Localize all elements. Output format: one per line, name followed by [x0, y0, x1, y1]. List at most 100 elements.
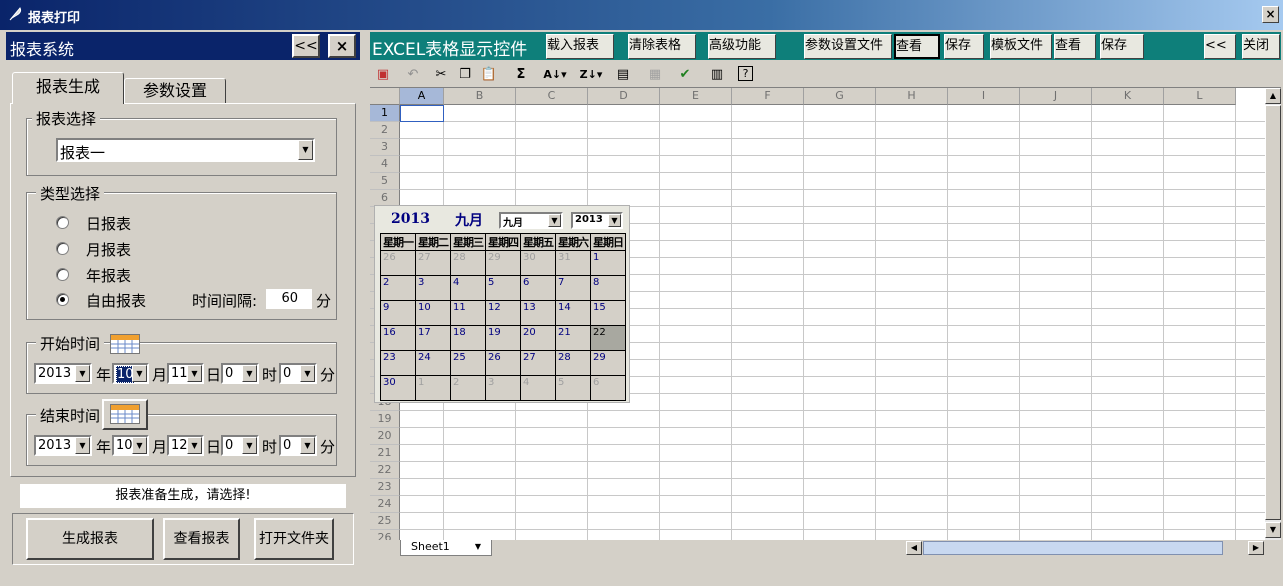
- scroll-right-icon[interactable]: ▶: [1248, 541, 1264, 555]
- chevron-down-icon[interactable]: ▼: [242, 437, 257, 454]
- end-hour-select[interactable]: 0 ▼: [221, 435, 259, 456]
- calendar-day[interactable]: 16: [380, 325, 416, 351]
- column-header[interactable]: H: [876, 88, 948, 105]
- paste-icon[interactable]: 📋: [480, 66, 498, 84]
- calendar-day[interactable]: 30: [520, 250, 556, 276]
- calendar-day[interactable]: 17: [415, 325, 451, 351]
- calendar-year-select[interactable]: 2013 ▼: [571, 212, 623, 229]
- chevron-down-icon[interactable]: ▼: [548, 214, 561, 227]
- column-header[interactable]: D: [588, 88, 660, 105]
- scroll-down-icon[interactable]: ▼: [1265, 522, 1281, 538]
- left-collapse-button[interactable]: <<: [292, 34, 320, 58]
- row-header[interactable]: 2: [370, 122, 400, 139]
- clear-table-button[interactable]: 清除表格: [628, 34, 696, 59]
- column-header[interactable]: F: [732, 88, 804, 105]
- save-param-button[interactable]: 保存: [944, 34, 984, 59]
- chevron-down-icon[interactable]: ▼: [75, 365, 90, 382]
- calendar-day[interactable]: 15: [590, 300, 626, 326]
- calendar-day[interactable]: 1: [590, 250, 626, 276]
- calendar-day[interactable]: 4: [520, 375, 556, 401]
- generate-report-button[interactable]: 生成报表: [26, 518, 154, 560]
- row-header[interactable]: 25: [370, 513, 400, 530]
- column-header[interactable]: I: [948, 88, 1020, 105]
- filter-icon[interactable]: ▤: [614, 66, 632, 84]
- start-hour-select[interactable]: 0 ▼: [221, 363, 259, 384]
- vertical-scroll-thumb[interactable]: [1265, 105, 1281, 520]
- calendar-day[interactable]: 26: [380, 250, 416, 276]
- row-header[interactable]: 24: [370, 496, 400, 513]
- row-header[interactable]: 22: [370, 462, 400, 479]
- calendar-day[interactable]: 14: [555, 300, 591, 326]
- export-icon[interactable]: ✔: [676, 66, 694, 84]
- chevron-down-icon[interactable]: ▼: [298, 140, 313, 160]
- row-header[interactable]: 23: [370, 479, 400, 496]
- sort-descending-icon[interactable]: Z↓▾: [576, 66, 606, 84]
- radio-daily[interactable]: [56, 216, 69, 229]
- left-close-button[interactable]: ×: [328, 34, 356, 58]
- load-report-button[interactable]: 载入报表: [546, 34, 614, 59]
- format-icon[interactable]: ▦: [646, 66, 664, 84]
- chevron-down-icon[interactable]: ▼: [300, 365, 315, 382]
- end-day-select[interactable]: 12 ▼: [167, 435, 204, 456]
- calendar-day[interactable]: 24: [415, 350, 451, 376]
- row-header[interactable]: 20: [370, 428, 400, 445]
- calendar-day[interactable]: 27: [415, 250, 451, 276]
- calendar-day[interactable]: 22: [590, 325, 626, 351]
- start-day-select[interactable]: 11 ▼: [167, 363, 204, 384]
- selected-cell[interactable]: [400, 105, 444, 122]
- sheet-tab[interactable]: Sheet1 ▼: [400, 540, 492, 556]
- calendar-day[interactable]: 21: [555, 325, 591, 351]
- calendar-day[interactable]: 18: [450, 325, 486, 351]
- calendar-day[interactable]: 13: [520, 300, 556, 326]
- interval-input[interactable]: 60: [266, 289, 312, 309]
- advanced-button[interactable]: 高级功能: [708, 34, 776, 59]
- row-header[interactable]: 5: [370, 173, 400, 190]
- chevron-down-icon[interactable]: ▼: [132, 365, 147, 382]
- view-param-button[interactable]: 查看: [894, 34, 940, 59]
- calendar-day[interactable]: 3: [485, 375, 521, 401]
- calendar-day[interactable]: 5: [555, 375, 591, 401]
- calendar-day[interactable]: 2: [450, 375, 486, 401]
- end-calendar-button[interactable]: [102, 399, 148, 430]
- column-header[interactable]: K: [1092, 88, 1164, 105]
- excel-logo-icon[interactable]: ▣: [374, 66, 392, 84]
- end-year-select[interactable]: 2013 ▼: [34, 435, 92, 456]
- chevron-down-icon[interactable]: ▼: [475, 540, 481, 554]
- column-header[interactable]: E: [660, 88, 732, 105]
- calendar-day[interactable]: 26: [485, 350, 521, 376]
- start-year-select[interactable]: 2013 ▼: [34, 363, 92, 384]
- calendar-day[interactable]: 1: [415, 375, 451, 401]
- calendar-day[interactable]: 29: [590, 350, 626, 376]
- row-header[interactable]: 3: [370, 139, 400, 156]
- row-header[interactable]: 4: [370, 156, 400, 173]
- calendar-day[interactable]: 11: [450, 300, 486, 326]
- chevron-down-icon[interactable]: ▼: [75, 437, 90, 454]
- chevron-down-icon[interactable]: ▼: [242, 365, 257, 382]
- chevron-down-icon[interactable]: ▼: [187, 437, 202, 454]
- chevron-down-icon[interactable]: ▼: [187, 365, 202, 382]
- calendar-day[interactable]: 4: [450, 275, 486, 301]
- properties-icon[interactable]: ▥: [708, 66, 726, 84]
- tab-param-settings[interactable]: 参数设置: [124, 78, 226, 104]
- radio-yearly[interactable]: [56, 268, 69, 281]
- calendar-day[interactable]: 19: [485, 325, 521, 351]
- calendar-day[interactable]: 7: [555, 275, 591, 301]
- row-header[interactable]: 1: [370, 105, 400, 122]
- template-file-button[interactable]: 模板文件: [990, 34, 1052, 59]
- right-collapse-button[interactable]: <<: [1204, 34, 1236, 59]
- column-header[interactable]: L: [1164, 88, 1236, 105]
- calendar-day[interactable]: 20: [520, 325, 556, 351]
- calendar-day[interactable]: 6: [520, 275, 556, 301]
- open-folder-button[interactable]: 打开文件夹: [254, 518, 334, 560]
- calendar-day[interactable]: 31: [555, 250, 591, 276]
- calendar-day[interactable]: 6: [590, 375, 626, 401]
- calendar-day[interactable]: 12: [485, 300, 521, 326]
- calendar-day[interactable]: 29: [485, 250, 521, 276]
- right-close-button[interactable]: 关闭: [1242, 34, 1280, 59]
- calendar-popup[interactable]: 2013 九月 九月 ▼ 2013 ▼ 星期一 星期二 星期三 星期四 星期五 星期六 星期日 2…: [374, 205, 630, 403]
- window-close-button[interactable]: ×: [1262, 6, 1279, 23]
- column-header[interactable]: A: [400, 88, 444, 105]
- param-file-button[interactable]: 参数设置文件: [804, 34, 892, 59]
- calendar-month-select[interactable]: 九月 ▼: [499, 212, 563, 229]
- scroll-left-icon[interactable]: ◀: [906, 541, 922, 555]
